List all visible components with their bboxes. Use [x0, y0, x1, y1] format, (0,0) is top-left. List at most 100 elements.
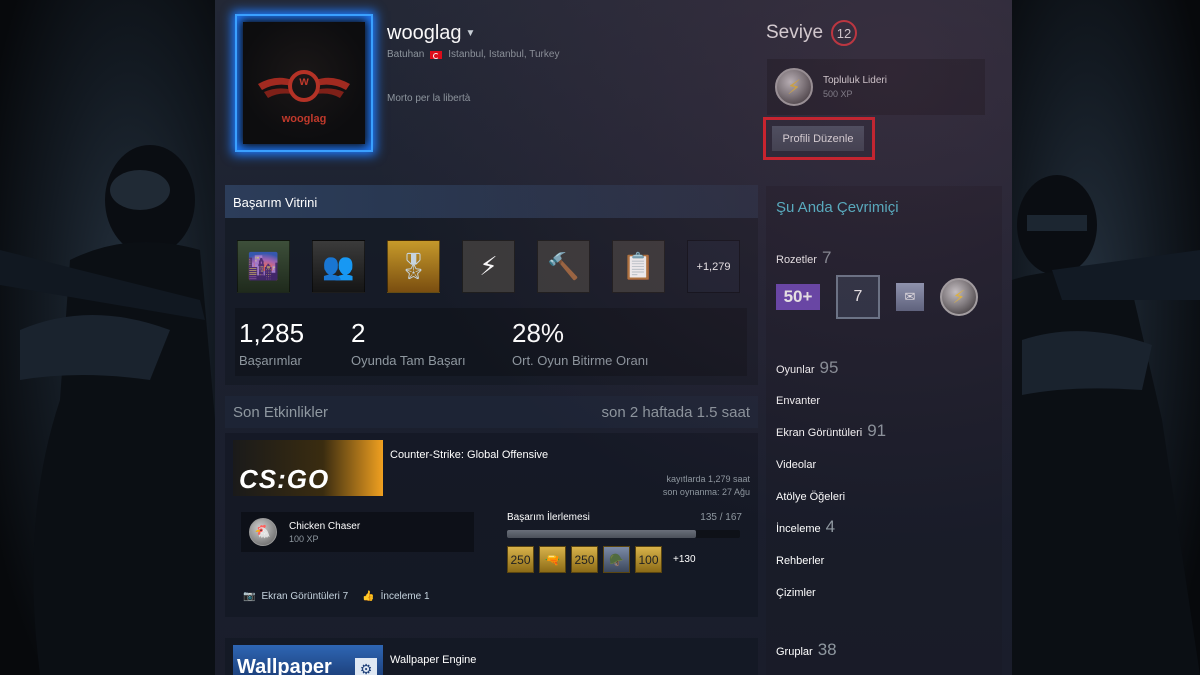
sidebar-item-label: Rozetler — [776, 254, 817, 266]
achievement-icons-row: 🌆 👥 🎖 ⚡ 🔨 📋 +1,279 — [237, 240, 740, 293]
card-badge-icon[interactable]: ✉ — [896, 283, 924, 311]
sidebar-item-videos[interactable]: Videolar — [776, 459, 816, 471]
level-badge[interactable]: 12 — [831, 20, 858, 46]
achievement-icon[interactable]: 🎖 — [387, 240, 440, 293]
level-label: Seviye — [766, 22, 824, 43]
sidebar-item-groups[interactable]: Gruplar 38 — [776, 640, 837, 660]
screenshots-link-label: Ekran Görüntüleri 7 — [261, 591, 349, 602]
achievement-icon[interactable]: ⚡ — [462, 240, 515, 293]
achievement-progress-fill — [507, 530, 696, 538]
recent-achievement[interactable]: 🐔 Chicken Chaser 100 XP — [241, 512, 474, 552]
sidebar-item-label: Rehberler — [776, 555, 825, 567]
sidebar-item-label: İnceleme — [776, 523, 821, 535]
sidebar-item-label: Gruplar — [776, 646, 813, 658]
stat-label: Ort. Oyun Bitirme Oranı — [512, 353, 649, 368]
game-name[interactable]: Wallpaper Engine — [390, 654, 476, 666]
achievement-icon[interactable]: 👥 — [312, 240, 365, 293]
sidebar-item-badges[interactable]: Rozetler 7 — [776, 248, 831, 268]
persona-name[interactable]: wooglag ▼ — [387, 22, 475, 45]
avatar-frame: w wooglag — [243, 22, 365, 144]
achievement-icon[interactable]: 🌆 — [237, 240, 290, 293]
screenshots-link[interactable]: 📷 Ekran Görüntüleri 7 — [243, 591, 348, 602]
achievement-icon[interactable]: 🔨 — [537, 240, 590, 293]
achievement-icon[interactable]: 100 — [635, 546, 662, 573]
sidebar-item-label: Ekran Görüntüleri — [776, 427, 863, 439]
recent-activity-header: Son Etkinlikler son 2 haftada 1.5 saat — [225, 396, 758, 428]
checklist-achievement-icon[interactable]: 📋 — [612, 240, 665, 293]
stat-perfect-games: 2 Oyunda Tam Başarı — [351, 318, 466, 368]
showcase-title: Başarım Vitrini — [225, 185, 758, 218]
game-capsule[interactable]: Wallpaper ⚙ — [233, 645, 383, 675]
soldier-silhouette-left — [0, 145, 215, 675]
chicken-achievement-icon: 🐔 — [249, 518, 277, 546]
sidebar-item-count: 38 — [817, 640, 837, 659]
favorite-badge-xp: 500 XP — [823, 89, 853, 99]
recent-achievement-name: Chicken Chaser — [289, 520, 361, 532]
sidebar-item-label: Videolar — [776, 459, 817, 471]
stat-achievements: 1,285 Başarımlar — [239, 318, 304, 368]
achievement-icon[interactable]: 250 — [571, 546, 598, 573]
recent-game-wallpaper-engine: Wallpaper ⚙ Wallpaper Engine — [225, 638, 758, 675]
recent-activity-summary: son 2 haftada 1.5 saat — [601, 403, 750, 421]
sidebar-item-guides[interactable]: Rehberler — [776, 555, 824, 567]
online-status: Şu Anda Çevrimiçi — [776, 199, 899, 216]
more-mini-achievements[interactable]: +130 — [673, 554, 696, 565]
background-right — [1012, 0, 1200, 675]
soldier-achievement-icon[interactable]: 🪖 — [603, 546, 630, 573]
sidebar-item-count: 4 — [825, 517, 836, 536]
achievement-icon[interactable]: 250 — [507, 546, 534, 573]
badge-icon[interactable]: 50+ — [776, 284, 820, 310]
thumbs-up-icon: 👍 — [362, 591, 375, 602]
last-played: son oynanma: 27 Ağu — [662, 487, 750, 497]
edit-profile-button[interactable]: Profili Düzenle — [772, 126, 864, 151]
rifle-achievement-icon[interactable]: 🔫 — [539, 546, 566, 573]
achievement-progress-bar — [507, 530, 740, 538]
capsule-text: CS:GO — [239, 464, 330, 494]
stat-value: 28% — [512, 318, 565, 348]
more-achievements-button[interactable]: +1,279 — [687, 240, 740, 293]
lightning-coin-icon: ⚡ — [775, 68, 813, 106]
avatar-letter: w — [299, 74, 309, 88]
sidebar-item-label: Atölye Öğeleri — [776, 491, 846, 503]
sidebar-item-label: Çizimler — [776, 587, 816, 599]
favorite-badge[interactable]: ⚡ Topluluk Lideri 500 XP — [767, 59, 985, 115]
game-name[interactable]: Counter-Strike: Global Offensive — [390, 449, 548, 461]
recent-achievement-xp: 100 XP — [289, 533, 319, 544]
location: Istanbul, Istanbul, Turkey — [448, 49, 560, 60]
sidebar-item-inventory[interactable]: Envanter — [776, 395, 820, 407]
stat-completion-rate: 28% Ort. Oyun Bitirme Oranı — [512, 318, 649, 368]
sidebar-item-reviews[interactable]: İnceleme 4 — [776, 517, 835, 537]
turkey-flag-icon — [430, 50, 443, 59]
badge-icon[interactable]: 7 — [836, 275, 880, 319]
soldier-silhouette-right — [1012, 175, 1200, 675]
chevron-down-icon[interactable]: ▼ — [466, 28, 476, 39]
sidebar-item-label: Oyunlar — [776, 364, 815, 376]
avatar-text: wooglag — [281, 113, 327, 125]
capsule-text: Wallpaper — [237, 656, 332, 675]
game-footer-links: 📷 Ekran Görüntüleri 7 👍 İnceleme 1 — [243, 591, 430, 602]
sidebar-item-games[interactable]: Oyunlar 95 — [776, 358, 838, 378]
review-link[interactable]: 👍 İnceleme 1 — [362, 591, 429, 602]
lightning-coin-icon[interactable]: ⚡ — [940, 278, 978, 316]
real-name: Batuhan — [387, 49, 425, 60]
favorite-badge-text: Topluluk Lideri 500 XP — [823, 75, 887, 99]
game-capsule[interactable]: CS:GO — [233, 440, 383, 496]
game-hours: kayıtlarda 1,279 saat son oynanma: 27 Ağ… — [663, 473, 750, 499]
profile-summary: Morto per la libertà — [387, 93, 471, 104]
stat-label: Başarımlar — [239, 353, 302, 368]
sidebar-item-artwork[interactable]: Çizimler — [776, 587, 816, 599]
background-left — [0, 0, 215, 675]
hours-on-record: kayıtlarda 1,279 saat — [666, 474, 750, 484]
sidebar-item-count: 95 — [819, 358, 839, 377]
sidebar-item-workshop[interactable]: Atölye Öğeleri — [776, 491, 845, 503]
recent-game-csgo: CS:GO Counter-Strike: Global Offensive k… — [225, 433, 758, 617]
achievement-showcase: Başarım Vitrini 🌆 👥 🎖 ⚡ 🔨 📋 +1,279 1,285… — [225, 185, 758, 385]
sidebar-item-screenshots[interactable]: Ekran Görüntüleri 91 — [776, 421, 886, 441]
achievement-progress-label: Başarım İlerlemesi — [507, 512, 590, 523]
stat-value: 2 — [351, 318, 366, 348]
persona-name-text: wooglag — [387, 22, 462, 44]
avatar[interactable]: w wooglag — [235, 14, 373, 152]
camera-icon: 📷 — [243, 591, 256, 602]
mini-achievements-row: 250 🔫 250 🪖 100 +130 — [507, 546, 696, 573]
review-link-label: İnceleme 1 — [380, 591, 430, 602]
